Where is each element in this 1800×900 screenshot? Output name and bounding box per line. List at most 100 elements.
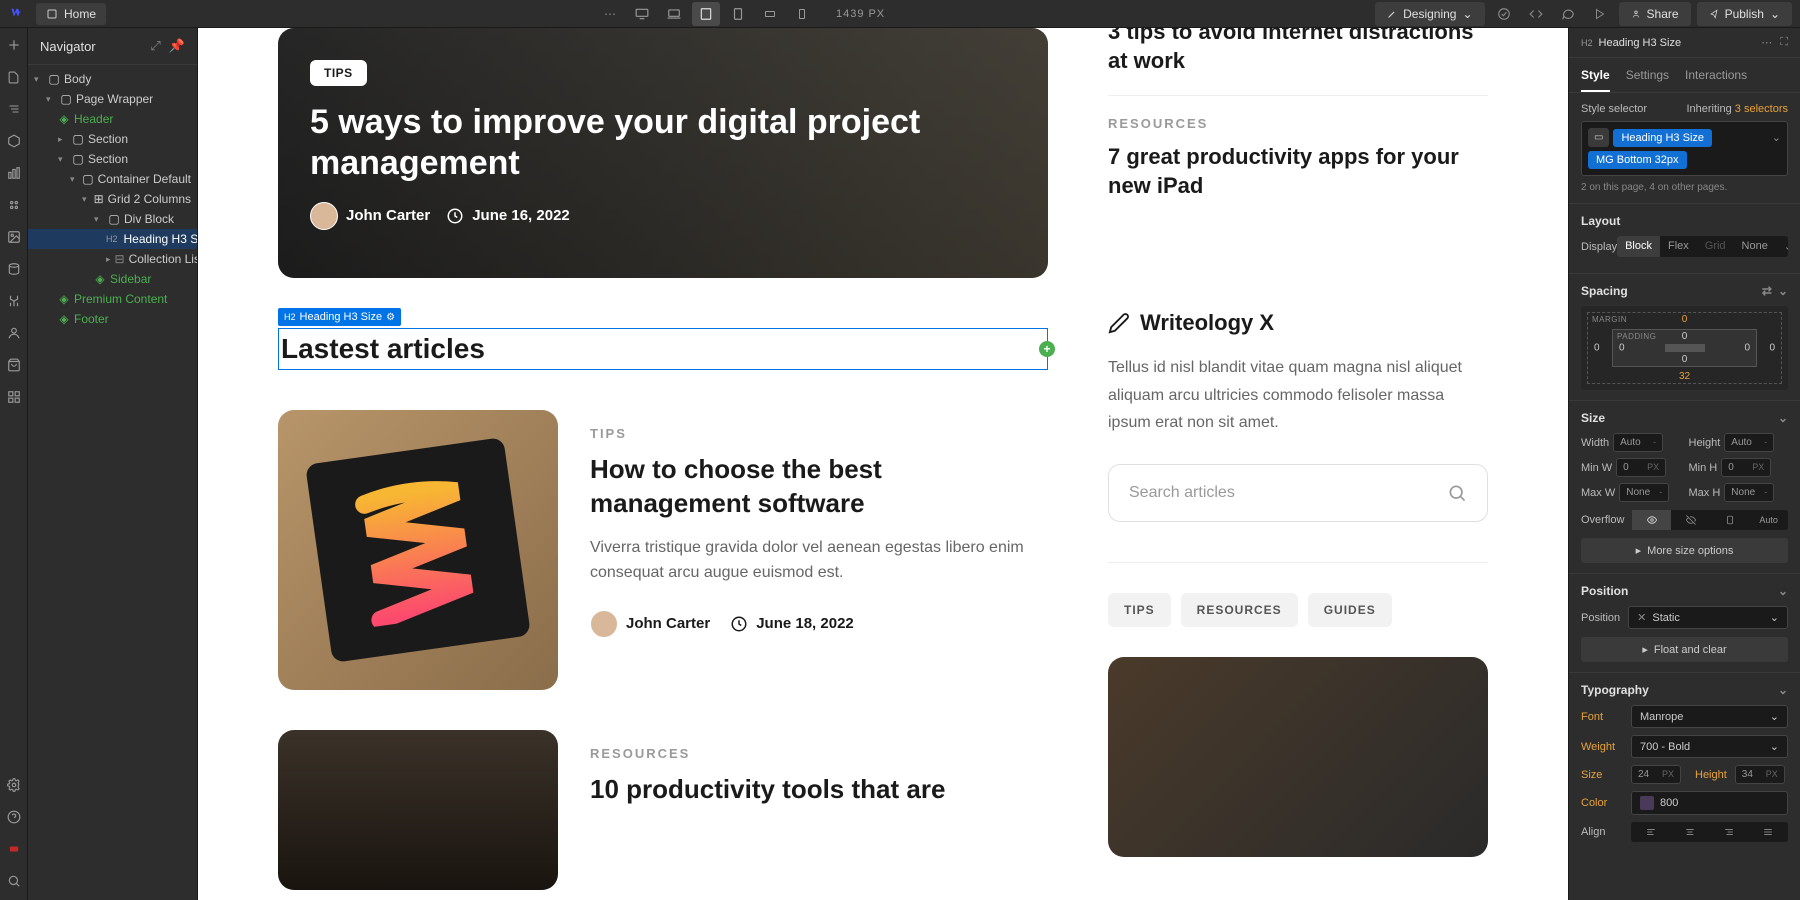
- margin-left-value[interactable]: 0: [1594, 343, 1600, 354]
- display-grid[interactable]: Grid: [1697, 236, 1734, 257]
- article-title[interactable]: 10 productivity tools that are: [590, 773, 1048, 807]
- align-left[interactable]: [1633, 824, 1668, 840]
- settings-icon[interactable]: [5, 776, 23, 794]
- padding-bottom-value[interactable]: 0: [1682, 354, 1688, 365]
- chevron-down-icon[interactable]: ⌄: [1778, 584, 1788, 598]
- minw-input[interactable]: 0PX: [1616, 458, 1666, 477]
- expand-icon[interactable]: ⛶: [1780, 36, 1788, 49]
- maxw-input[interactable]: None-: [1619, 483, 1669, 502]
- tree-page-wrapper[interactable]: ▾▢Page Wrapper: [28, 89, 197, 109]
- video-icon[interactable]: [5, 840, 23, 858]
- margin-top-value[interactable]: 0: [1682, 314, 1688, 325]
- designing-button[interactable]: Designing ⌄: [1375, 2, 1484, 26]
- logic-icon[interactable]: [5, 292, 23, 310]
- collapse-icon[interactable]: ⤢: [150, 38, 160, 54]
- overflow-auto[interactable]: Auto: [1749, 510, 1788, 530]
- minh-input[interactable]: 0PX: [1721, 458, 1771, 477]
- float-clear-button[interactable]: ▸Float and clear: [1581, 637, 1788, 662]
- tree-container[interactable]: ▾▢Container Default: [28, 169, 197, 189]
- pill-guides[interactable]: GUIDES: [1308, 593, 1392, 627]
- more-options-icon[interactable]: ⋯: [596, 2, 624, 26]
- desktop-icon[interactable]: [628, 2, 656, 26]
- pin-icon[interactable]: 📌: [169, 38, 185, 54]
- padding-top-value[interactable]: 0: [1682, 331, 1688, 342]
- weight-select[interactable]: 700 - Bold⌄: [1631, 735, 1788, 758]
- selector-chip-main[interactable]: Heading H3 Size: [1613, 129, 1712, 147]
- color-select[interactable]: 800: [1631, 791, 1788, 815]
- overflow-hidden[interactable]: [1671, 510, 1710, 530]
- search-icon[interactable]: [5, 872, 23, 890]
- tree-header[interactable]: ◈Header: [28, 109, 197, 129]
- mobile-icon[interactable]: [788, 2, 816, 26]
- tree-body[interactable]: ▾▢Body: [28, 69, 197, 89]
- article-card[interactable]: TIPS How to choose the best management s…: [278, 410, 1048, 690]
- tree-grid2[interactable]: ▾⊞Grid 2 Columns: [28, 189, 197, 209]
- hero-card[interactable]: TIPS 5 ways to improve your digital proj…: [278, 28, 1048, 278]
- tablet-wide-icon[interactable]: [692, 2, 720, 26]
- inheriting-link[interactable]: Inheriting 3 selectors: [1686, 103, 1788, 115]
- display-flex[interactable]: Flex: [1660, 236, 1697, 257]
- tree-divblock[interactable]: ▾▢Div Block: [28, 209, 197, 229]
- navigator-icon[interactable]: [5, 100, 23, 118]
- tree-section1[interactable]: ▸▢Section: [28, 129, 197, 149]
- add-handle-icon[interactable]: +: [1039, 341, 1055, 357]
- help-icon[interactable]: [5, 808, 23, 826]
- design-canvas[interactable]: TIPS 5 ways to improve your digital proj…: [198, 28, 1568, 900]
- add-element-icon[interactable]: [5, 36, 23, 54]
- chevron-down-icon[interactable]: ⌄: [1778, 683, 1788, 697]
- publish-button[interactable]: Publish ⌄: [1697, 2, 1792, 26]
- article-author[interactable]: John Carter: [590, 610, 710, 638]
- close-icon[interactable]: ✕: [1637, 611, 1646, 624]
- home-button[interactable]: Home: [36, 3, 106, 25]
- canvas-width[interactable]: 1439PX: [836, 8, 885, 20]
- hero-tag[interactable]: TIPS: [310, 60, 367, 86]
- variables-icon[interactable]: [5, 164, 23, 182]
- mobile-landscape-icon[interactable]: [756, 2, 784, 26]
- article-card[interactable]: RESOURCES 10 productivity tools that are: [278, 730, 1048, 890]
- chevron-down-icon[interactable]: ⌄: [1778, 411, 1788, 425]
- tab-settings[interactable]: Settings: [1626, 58, 1669, 92]
- tree-heading-h3[interactable]: H2Heading H3 S: [28, 229, 197, 249]
- more-icon[interactable]: ⋯: [1761, 36, 1772, 49]
- padding-left-value[interactable]: 0: [1619, 343, 1625, 354]
- pill-resources[interactable]: RESOURCES: [1181, 593, 1298, 627]
- checkmark-icon[interactable]: [1491, 2, 1517, 26]
- sidebar-article[interactable]: RESOURCES 7 great productivity apps for …: [1108, 95, 1488, 220]
- margin-right-value[interactable]: 0: [1769, 343, 1775, 354]
- display-more[interactable]: ⌄: [1776, 236, 1788, 257]
- tab-style[interactable]: Style: [1581, 58, 1610, 92]
- gear-icon[interactable]: ⚙: [386, 312, 395, 323]
- overflow-scroll[interactable]: [1710, 510, 1749, 530]
- more-size-options[interactable]: ▸More size options: [1581, 538, 1788, 563]
- size-title[interactable]: Size: [1581, 411, 1605, 425]
- typography-title[interactable]: Typography: [1581, 683, 1649, 697]
- spacing-editor[interactable]: MARGIN 0 0 0 32 PADDING 0 0 0 0: [1581, 306, 1788, 390]
- apps-icon[interactable]: [5, 388, 23, 406]
- align-justify[interactable]: [1751, 824, 1786, 840]
- selection-badge[interactable]: H2 Heading H3 Size ⚙: [278, 308, 401, 326]
- chevron-down-icon[interactable]: ⌄: [1772, 131, 1781, 144]
- laptop-icon[interactable]: [660, 2, 688, 26]
- pages-icon[interactable]: [5, 68, 23, 86]
- tree-collection-list[interactable]: ▸⊟Collection Lis: [28, 249, 197, 269]
- article-title[interactable]: How to choose the best management softwa…: [590, 453, 1048, 521]
- search-input[interactable]: Search articles: [1108, 464, 1488, 522]
- tree-footer[interactable]: ◈Footer: [28, 309, 197, 329]
- tab-interactions[interactable]: Interactions: [1685, 58, 1747, 92]
- sidebar-article[interactable]: 3 tips to avoid internet distractions at…: [1108, 28, 1488, 95]
- position-select[interactable]: ✕Static ⌄: [1628, 606, 1788, 629]
- width-input[interactable]: Auto-: [1613, 433, 1663, 452]
- tree-sidebar[interactable]: ◈Sidebar: [28, 269, 197, 289]
- breakpoint-icon[interactable]: ▭: [1588, 128, 1609, 147]
- font-size-input[interactable]: 24PX: [1631, 765, 1681, 784]
- align-right[interactable]: [1712, 824, 1747, 840]
- chevron-down-icon[interactable]: ⌄: [1778, 284, 1788, 298]
- align-center[interactable]: [1672, 824, 1707, 840]
- style-guide-icon[interactable]: [5, 196, 23, 214]
- share-button[interactable]: Share: [1619, 2, 1691, 26]
- webflow-logo[interactable]: [8, 4, 28, 24]
- tree-premium[interactable]: ◈Premium Content: [28, 289, 197, 309]
- assets-icon[interactable]: [5, 228, 23, 246]
- layout-title[interactable]: Layout: [1581, 214, 1788, 228]
- padding-right-value[interactable]: 0: [1744, 343, 1750, 354]
